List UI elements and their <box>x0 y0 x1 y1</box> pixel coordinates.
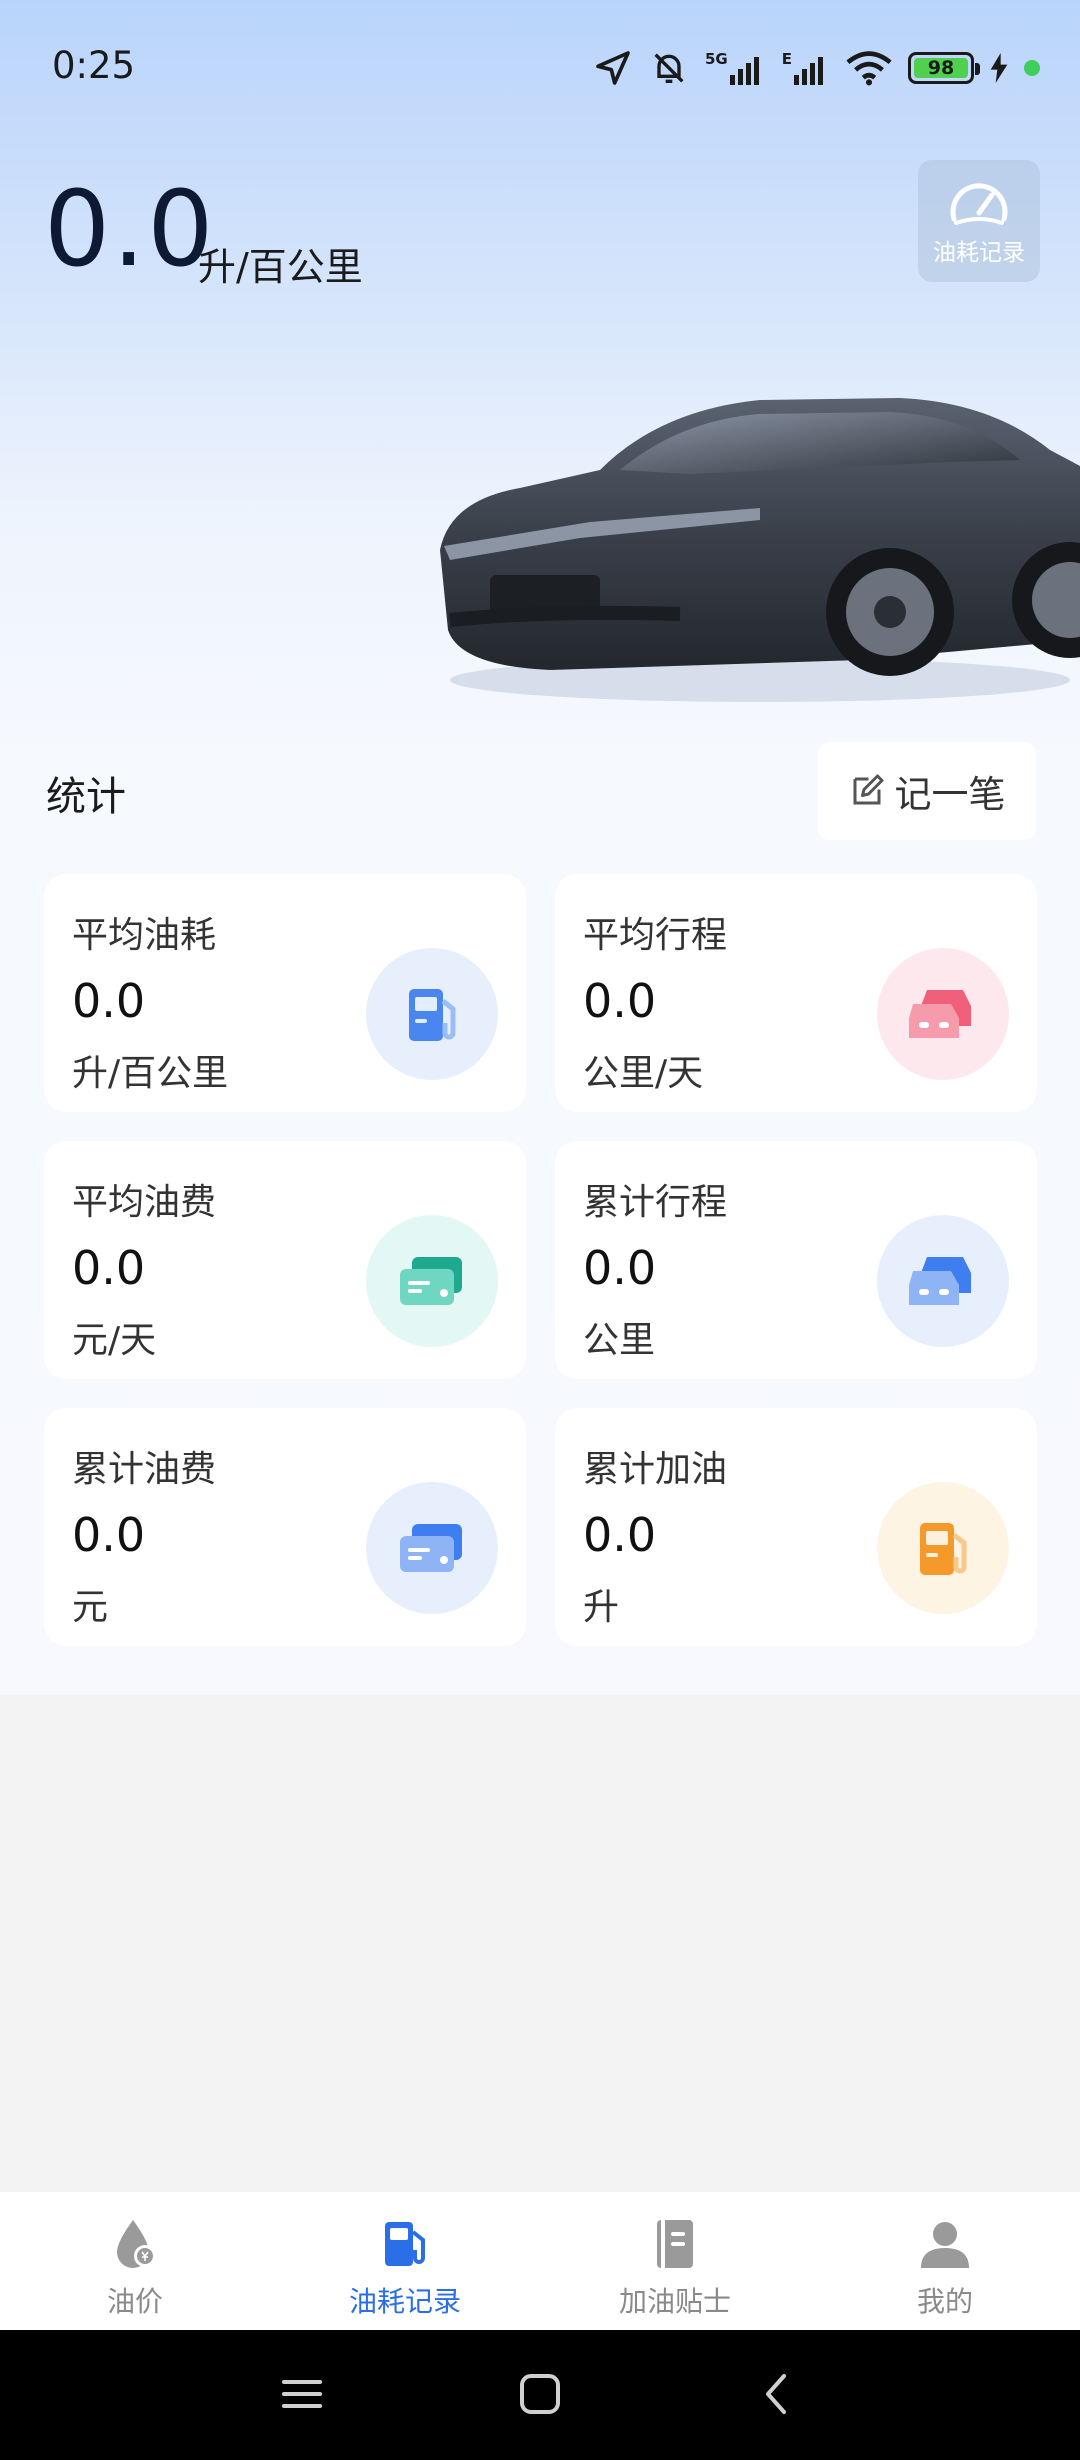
status-time: 0:25 <box>52 44 136 87</box>
battery-icon: 98 <box>908 52 980 84</box>
edit-icon <box>853 774 883 805</box>
card-unit: 公里 <box>583 1320 656 1361</box>
back-icon[interactable] <box>754 2370 802 2418</box>
stat-card-total-fuel[interactable]: 累计加油 0.0 升 <box>555 1408 1037 1646</box>
stat-card-avg-consumption[interactable]: 平均油耗 0.0 升/百公里 <box>44 874 526 1112</box>
user-icon <box>921 2222 969 2268</box>
consumption-unit: 升/百公里 <box>198 245 363 289</box>
add-record-label: 记一笔 <box>894 773 1006 816</box>
card-title: 平均油耗 <box>72 915 217 956</box>
consumption-value: 0.0 <box>44 168 216 290</box>
home-icon[interactable] <box>516 2370 564 2418</box>
fuel-pump-icon <box>877 1482 1009 1614</box>
card-title: 平均行程 <box>583 915 728 956</box>
signal-5g-icon: 5G <box>705 51 766 85</box>
card-value: 0.0 <box>72 1508 146 1562</box>
stat-card-avg-cost[interactable]: 平均油费 0.0 元/天 <box>44 1141 526 1379</box>
nav-label: 加油贴士 <box>618 2285 731 2318</box>
card-value: 0.0 <box>583 974 657 1028</box>
card-value: 0.0 <box>72 974 146 1028</box>
charging-icon <box>990 53 1008 83</box>
card-value: 0.0 <box>72 1241 146 1295</box>
speedometer-icon <box>950 183 1008 225</box>
card-unit: 公里/天 <box>583 1053 704 1094</box>
card-title: 平均油费 <box>72 1182 217 1223</box>
stats-title: 统计 <box>46 774 126 820</box>
card-title: 累计油费 <box>72 1449 217 1490</box>
nav-label: 油耗记录 <box>348 2285 461 2318</box>
car-image <box>440 398 1080 702</box>
stat-card-total-mileage[interactable]: 累计行程 0.0 公里 <box>555 1141 1037 1379</box>
fuel-pump-icon <box>366 948 498 1080</box>
add-record-button[interactable]: 记一笔 <box>818 742 1036 840</box>
card-title: 累计加油 <box>583 1449 728 1490</box>
wallet-icon <box>366 1215 498 1347</box>
oil-drop-icon <box>117 2220 156 2268</box>
status-icons: 5G E 98 <box>593 40 1040 96</box>
card-value: 0.0 <box>583 1508 657 1562</box>
card-unit: 元 <box>72 1587 109 1628</box>
card-title: 累计行程 <box>583 1182 728 1223</box>
privacy-dot <box>1024 60 1040 76</box>
nav-item-oil-price[interactable]: 油价 <box>0 2192 270 2330</box>
stat-card-avg-mileage[interactable]: 平均行程 0.0 公里/天 <box>555 874 1037 1112</box>
location-icon <box>596 51 630 85</box>
bell-muted-icon <box>654 53 684 83</box>
card-unit: 升/百公里 <box>72 1053 229 1094</box>
card-unit: 元/天 <box>72 1320 157 1361</box>
nav-item-tips[interactable]: 加油贴士 <box>540 2192 810 2330</box>
nav-item-me[interactable]: 我的 <box>810 2192 1080 2330</box>
wallet-icon <box>366 1482 498 1614</box>
wifi-icon <box>846 51 892 86</box>
fuel-record-button[interactable]: 油耗记录 <box>918 160 1040 282</box>
nav-label: 油价 <box>106 2285 163 2318</box>
fuel-pump-icon <box>385 2222 425 2266</box>
menu-icon[interactable] <box>278 2370 326 2418</box>
notebook-icon <box>657 2220 693 2268</box>
nav-label: 我的 <box>916 2285 973 2318</box>
fuel-record-label: 油耗记录 <box>933 240 1025 266</box>
nav-item-fuel-record[interactable]: 油耗记录 <box>270 2192 540 2330</box>
car-icon <box>877 1215 1009 1347</box>
card-unit: 升 <box>583 1587 620 1628</box>
bottom-nav: 油价 油耗记录 加油贴士 我的 <box>0 2192 1080 2330</box>
stat-card-total-cost[interactable]: 累计油费 0.0 元 <box>44 1408 526 1646</box>
signal-e-icon: E <box>782 51 830 85</box>
card-value: 0.0 <box>583 1241 657 1295</box>
system-nav-bar <box>0 2330 1080 2460</box>
car-icon <box>877 948 1009 1080</box>
